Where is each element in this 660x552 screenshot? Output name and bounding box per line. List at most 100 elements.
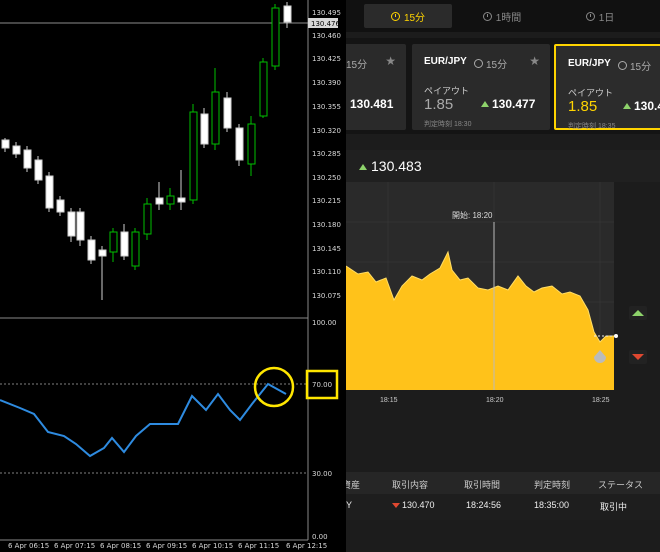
row-asset: Y [346,500,353,510]
row-trade: 130.470 [392,500,435,510]
time-tick-label: 6 Apr 06:15 [8,542,49,550]
table-row[interactable]: Y 130.470 18:24:56 18:35:00 取引中 [346,494,660,520]
trading-platform-panel: 15分 1時間 1日 15分 ★ 130.481 EUR/JPY 15分 ★ ペ… [346,0,660,552]
tab-label: 1時間 [495,12,522,24]
candle-body [283,5,292,23]
current-rate: 130.483 [358,158,422,174]
clock-icon [474,59,483,68]
time-tick-label: 6 Apr 08:15 [100,542,141,550]
payout-value: 1.85 [424,96,454,113]
candle-body [109,231,118,253]
candle-body [259,61,268,117]
judgement-time: 判定時刻 18:35 [568,123,616,130]
price-tick-label: 130.320 [312,127,341,135]
price-tick-label: 130.215 [312,197,341,205]
duration: 15分 [346,60,368,71]
clock-icon [482,11,492,21]
trade-table-header: 資産 取引内容 取引時間 判定時刻 ステータス [346,472,660,494]
time-tick-label: 6 Apr 10:15 [192,542,233,550]
asset-card-selected[interactable]: EUR/JPY 15分 ペイアウト 1.85 130.4 判定時刻 18:35 [554,44,660,130]
rsi-tick-label: 0.00 [312,533,328,541]
tab-15min[interactable]: 15分 [364,4,452,28]
candle-body [120,231,129,257]
candle-body [211,91,220,145]
price-tick-label: 130.390 [312,79,341,87]
candle-body [34,159,43,181]
price-tick-label: 130.075 [312,292,341,300]
price-tick-label: 130.145 [312,245,341,253]
candle-body [166,195,175,205]
col-status: ステータス [598,480,644,490]
platform-rate-chart[interactable]: 開始: 18:20 18:15 18:20 18:25 [346,182,660,410]
rsi-tick-label: 30.00 [312,470,332,478]
row-judgement: 18:35:00 [534,500,570,510]
candle-body [56,199,65,213]
up-arrow-icon [622,102,632,109]
candle-body [45,175,54,209]
time-tick-label: 18:15 [380,397,398,404]
col-time: 取引時間 [464,480,501,490]
tab-label: 15分 [403,12,426,24]
tab-label: 1日 [598,12,615,24]
price-tick-label: 130.425 [312,55,341,63]
time-tick-label: 6 Apr 11:15 [238,542,279,550]
tab-1hour[interactable]: 1時間 [458,4,546,28]
candle-body [177,197,186,203]
up-arrow-icon [358,163,368,170]
candle-body [87,239,96,261]
col-trade: 取引内容 [392,480,429,490]
payout-value: 1.85 [568,98,598,115]
star-icon[interactable]: ★ [529,54,540,68]
candle-body [189,111,198,201]
tab-1day[interactable]: 1日 [552,4,648,28]
rate: 130.477 [492,97,536,111]
rate: 130.4 [634,99,660,113]
time-tick-label: 18:25 [592,397,610,404]
candle-body [271,7,280,67]
pair-name: EUR/JPY [424,56,467,67]
price-tick-label: 130.285 [312,150,341,158]
pair-name: EUR/JPY [568,58,611,69]
candle-body [23,149,32,169]
rsi-tick-label: 70.00 [312,381,332,389]
candle-body [76,211,85,241]
candle-body [67,211,76,237]
down-arrow-icon [392,502,400,508]
judgement-time: 判定時刻 18:30 [424,121,472,128]
current-level-dot [614,334,618,338]
duration: 15分 [474,56,507,71]
price-tick-label: 130.110 [312,268,341,276]
asset-card[interactable]: EUR/JPY 15分 ★ ペイアウト 1.85 130.477 判定時刻 18… [412,44,550,130]
col-asset: 資産 [346,480,361,490]
asset-cards: 15分 ★ 130.481 EUR/JPY 15分 ★ ペイアウト 1.85 1… [346,38,660,134]
col-judgement: 判定時刻 [534,480,571,490]
price-tick-label: 130.250 [312,174,341,182]
clock-icon [618,61,627,70]
rsi-tick-label: 100.00 [312,319,337,327]
timeframe-tabs: 15分 1時間 1日 [346,0,660,32]
time-tick-label: 6 Apr 09:15 [146,542,187,550]
candle-body [247,123,256,165]
time-tick-label: 6 Apr 12:15 [286,542,327,550]
price-tick-label: 130.180 [312,221,341,229]
star-icon[interactable]: ★ [385,54,396,68]
price-tick-label: 130.355 [312,103,341,111]
time-tick-label: 18:20 [486,397,504,404]
clock-icon [585,11,595,21]
row-status: 取引中 [600,502,628,512]
current-price-label: 130.476 [311,20,340,28]
asset-card[interactable]: 15分 ★ 130.481 [346,44,406,130]
candle-body [155,197,164,205]
mt4-chart[interactable]: 130.495 130.460 130.425 130.390 130.355 130.3… [0,0,346,552]
candle-body [131,231,140,267]
row-time: 18:24:56 [466,500,502,510]
price-tick-label: 130.495 [312,9,341,17]
candle-body [143,203,152,235]
candle-body [12,145,21,155]
candle-body [200,113,209,145]
rsi-line [0,382,287,458]
clock-icon [390,11,400,21]
candle-body [223,97,232,129]
rate: 130.481 [350,97,394,111]
price-tick-label: 130.460 [312,32,341,40]
